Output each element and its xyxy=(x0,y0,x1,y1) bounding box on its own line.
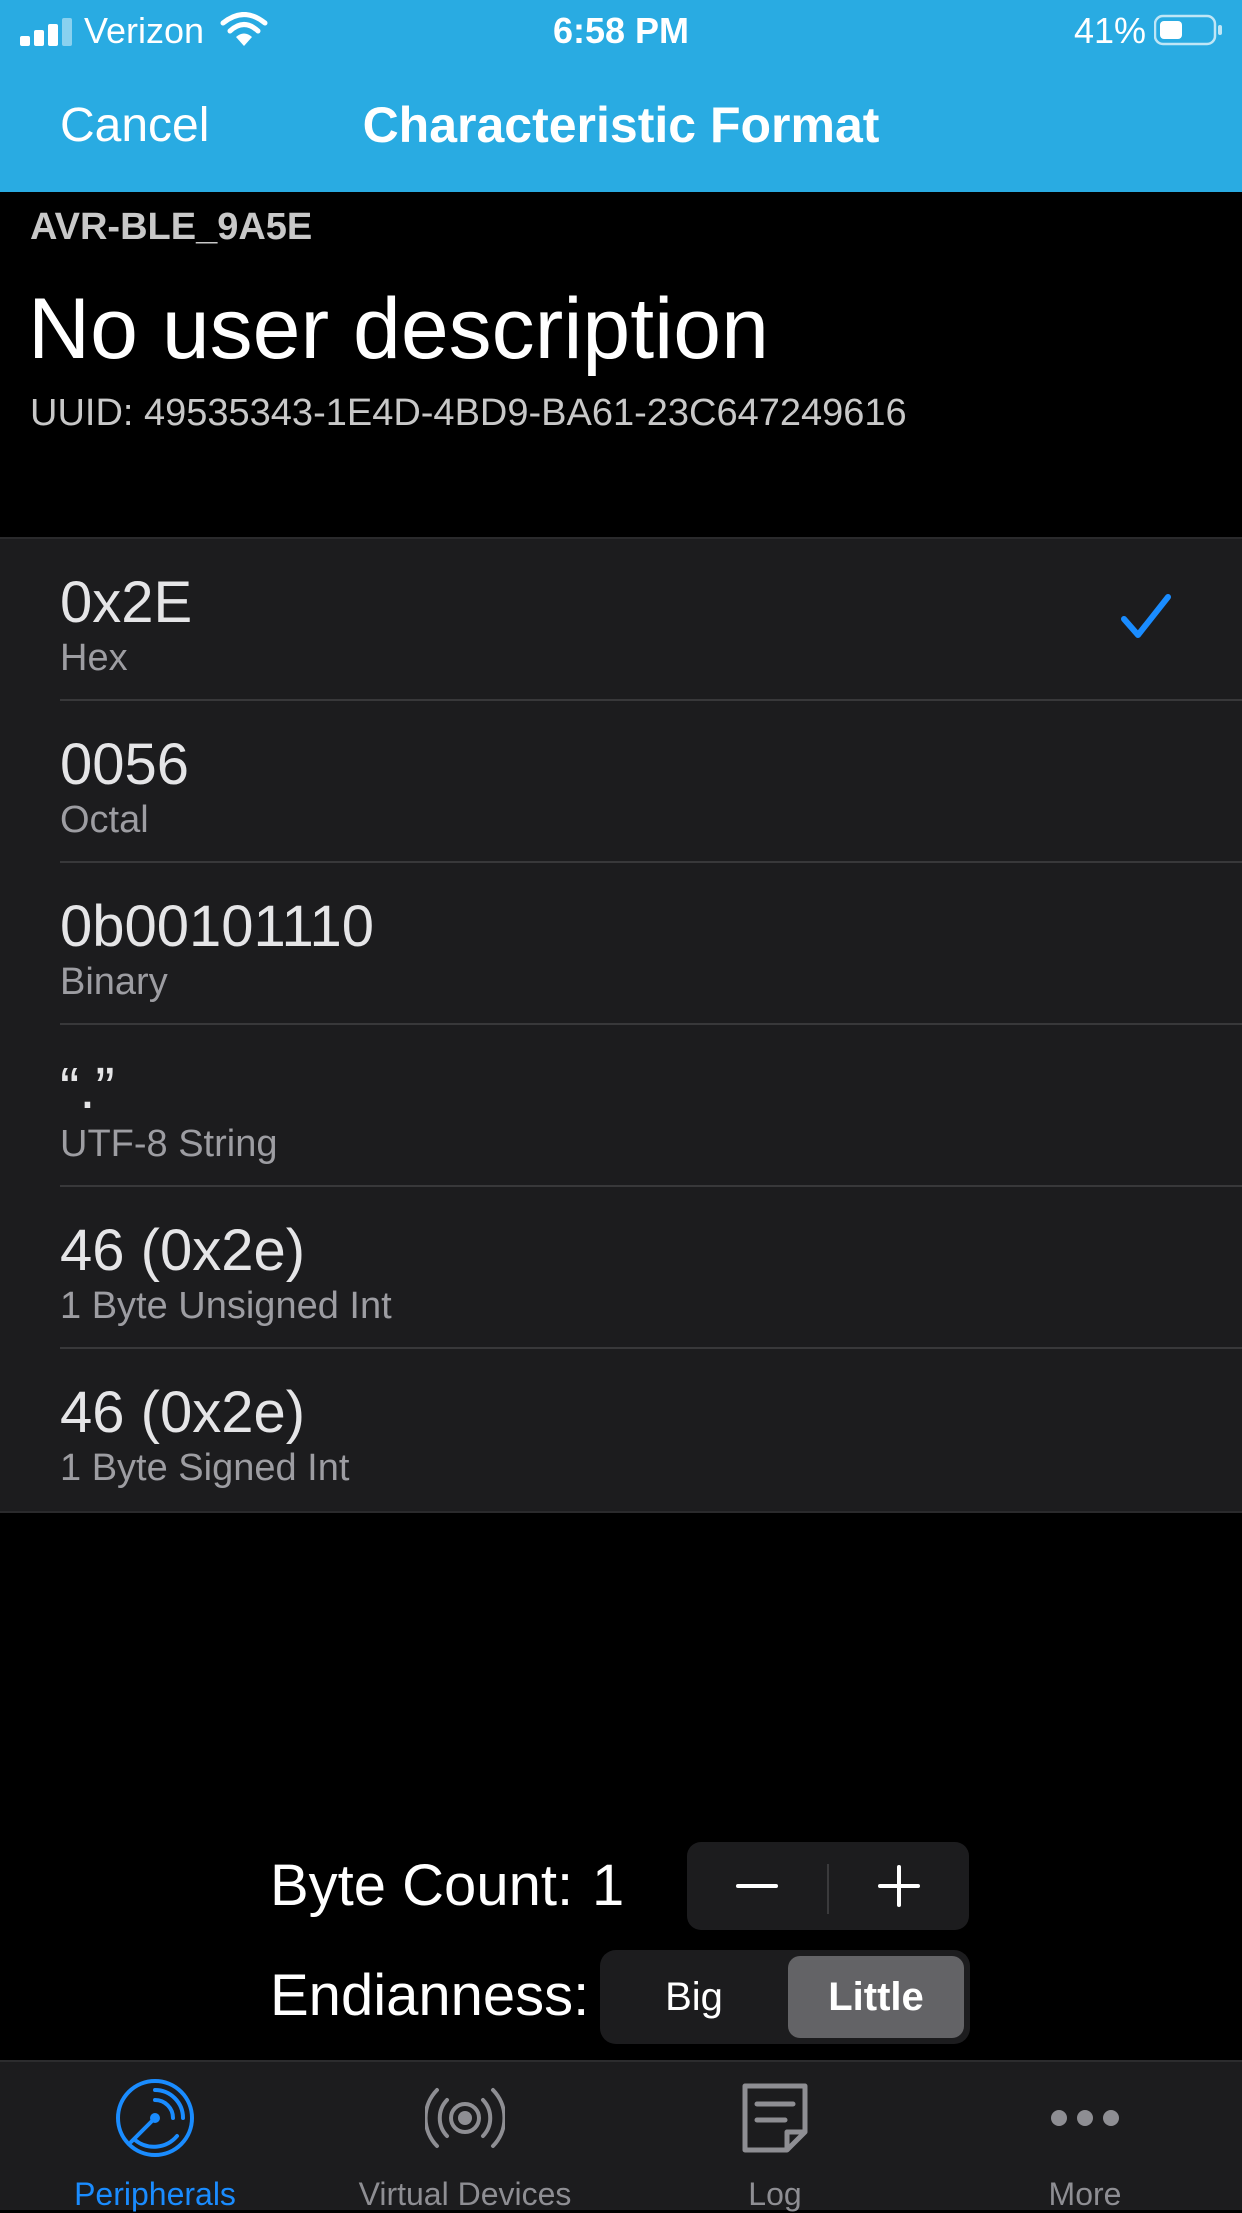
format-list: 0x2E Hex 0056 Octal 0b00101110 Binary “.… xyxy=(0,537,1242,1513)
endianness-label: Endianness: xyxy=(270,1963,590,2028)
plus-icon xyxy=(878,1865,920,1907)
format-value: 0056 xyxy=(60,732,190,797)
page-title: Characteristic Format xyxy=(362,97,880,153)
tab-more[interactable]: More xyxy=(930,2062,1240,2212)
format-value: “.” xyxy=(60,1056,115,1121)
tab-label: Peripherals xyxy=(74,2176,236,2212)
decrement-button[interactable] xyxy=(687,1842,827,1930)
format-value: 46 (0x2e) xyxy=(60,1380,306,1445)
byte-count-value: 1 xyxy=(592,1853,625,1918)
format-row-uint8[interactable]: 46 (0x2e) 1 Byte Unsigned Int xyxy=(0,1187,1242,1349)
more-icon xyxy=(1051,2110,1119,2126)
format-row-binary[interactable]: 0b00101110 Binary xyxy=(0,863,1242,1025)
byte-count-stepper xyxy=(687,1842,969,1930)
characteristic-uuid: UUID: 49535343-1E4D-4BD9-BA61-23C6472496… xyxy=(30,392,907,434)
format-label: Binary xyxy=(60,961,168,1003)
status-time: 6:58 PM xyxy=(552,10,690,51)
navigation-bar: Verizon 6:58 PM 41% Cancel Characteristi… xyxy=(0,0,1242,192)
tab-label: Virtual Devices xyxy=(358,2176,572,2212)
battery-percent: 41% xyxy=(1073,10,1146,51)
format-row-utf8[interactable]: “.” UTF-8 String xyxy=(0,1025,1242,1187)
increment-button[interactable] xyxy=(829,1842,969,1930)
endianness-little-option[interactable]: Little xyxy=(788,1956,964,2038)
minus-icon xyxy=(736,1884,778,1888)
format-value: 0x2E xyxy=(60,570,193,635)
format-row-int8[interactable]: 46 (0x2e) 1 Byte Signed Int xyxy=(0,1349,1242,1511)
tab-bar: Peripherals Virtual Devices Log More xyxy=(0,2060,1242,2212)
tab-log[interactable]: Log xyxy=(620,2062,930,2212)
endianness-big-option[interactable]: Big xyxy=(606,1956,782,2038)
format-row-octal[interactable]: 0056 Octal xyxy=(0,701,1242,863)
format-label: Octal xyxy=(60,799,149,841)
user-description: No user description xyxy=(28,281,769,377)
format-label: 1 Byte Signed Int xyxy=(60,1447,350,1489)
radar-icon xyxy=(116,2079,194,2157)
battery-icon xyxy=(1154,14,1222,46)
device-name: AVR-BLE_9A5E xyxy=(30,206,313,248)
format-value: 0b00101110 xyxy=(60,894,374,959)
byte-count-label: Byte Count: xyxy=(270,1853,574,1918)
checkmark-icon xyxy=(1121,594,1171,638)
format-label: UTF-8 String xyxy=(60,1123,278,1165)
log-icon xyxy=(742,2083,808,2153)
format-label: Hex xyxy=(60,637,128,679)
format-value: 46 (0x2e) xyxy=(60,1218,306,1283)
tab-peripherals[interactable]: Peripherals xyxy=(0,2062,310,2212)
tab-label: More xyxy=(1048,2176,1122,2212)
tab-virtual-devices[interactable]: Virtual Devices xyxy=(310,2062,620,2212)
format-row-hex[interactable]: 0x2E Hex xyxy=(0,539,1242,701)
format-label: 1 Byte Unsigned Int xyxy=(60,1285,392,1327)
tab-label: Log xyxy=(748,2176,802,2212)
endianness-segmented-control: Big Little xyxy=(600,1950,970,2044)
broadcast-icon xyxy=(425,2088,505,2148)
status-bar: Verizon 6:58 PM 41% xyxy=(0,0,1242,62)
